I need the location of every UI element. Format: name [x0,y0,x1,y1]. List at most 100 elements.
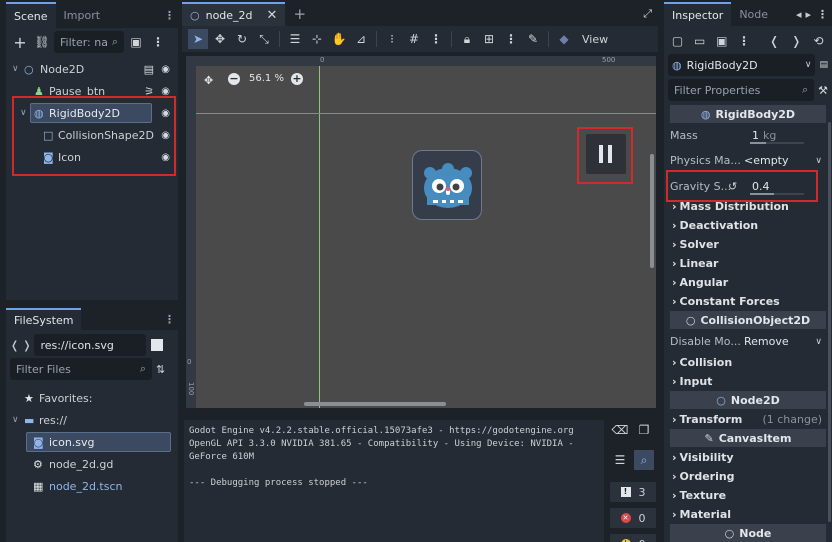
signal-icon[interactable]: ⚞ [144,85,154,98]
tools-icon[interactable]: ⚒ [818,84,828,97]
clear-output-icon[interactable]: ⌫ [610,420,630,440]
move-tool-icon[interactable]: ✥ [210,29,230,49]
history-back-icon[interactable]: ◂ [794,2,804,26]
add-node-icon[interactable]: + [10,32,30,52]
add-tab-icon[interactable]: + [285,2,314,26]
visibility-eye-icon[interactable]: ◉ [161,108,170,119]
object-selector[interactable]: ◍ RigidBody2D ∨ ▤ [668,54,828,76]
tree-item-pause-btn[interactable]: ♟ Pause_btn ⚞ ◉ [6,80,178,102]
scale-tool-icon[interactable]: ⤡ [254,29,274,49]
forward-icon[interactable]: ❭ [22,339,31,352]
skeleton-options-icon[interactable]: ⋮ [501,29,521,49]
group-texture[interactable]: › Texture [672,486,826,505]
group-input[interactable]: › Input [672,372,826,391]
icon-sprite[interactable] [412,150,482,220]
stop-count-button[interactable]: ✕ 0 [610,508,656,528]
inspector-menu-icon[interactable]: ⋮ [813,2,832,26]
pivot-tool-icon[interactable]: ⊹ [307,29,327,49]
script-icon[interactable]: ▤ [144,63,154,76]
new-resource-icon[interactable]: ▢ [668,31,687,51]
tree-item-icon[interactable]: ◙ Icon ◉ [6,146,178,168]
back-icon[interactable]: ❬ [10,339,19,352]
close-icon[interactable]: ✕ [267,8,278,23]
scene-options-icon[interactable]: ⋮ [148,32,168,52]
lock-icon[interactable]: 🔒︎ [457,29,477,49]
group-linear[interactable]: › Linear [672,254,826,273]
group-solver[interactable]: › Solver [672,235,826,254]
object-dropdown[interactable]: ◍ RigidBody2D ∨ [668,54,816,76]
group-visibility[interactable]: › Visibility [672,448,826,467]
tab-filesystem[interactable]: FileSystem [6,308,82,330]
select-tool-icon[interactable]: ➤ [188,29,208,49]
save-icon[interactable]: ▣ [712,31,731,51]
docs-icon[interactable]: ▤ [819,60,828,70]
smart-snap-icon[interactable]: ⁝ [382,29,402,49]
warning-count-button[interactable]: ! 0 [610,534,656,542]
chevron-down-icon[interactable]: ∨ [12,64,19,74]
section-node2d[interactable]: ○ Node2D [670,391,826,409]
path-input[interactable]: res://icon.svg [34,334,147,356]
history-forward-icon[interactable]: ▸ [803,2,813,26]
back-icon[interactable]: ❬ [765,31,784,51]
group-material[interactable]: › Material [672,505,826,524]
scene-filter-input[interactable]: Filter: na ⌕ [54,31,124,53]
mass-field[interactable]: 1 kg [744,127,804,144]
forward-icon[interactable]: ❭ [787,31,806,51]
group-mass-distribution[interactable]: › Mass Distribution [672,197,826,216]
mass-slider[interactable] [750,142,804,144]
group-angular[interactable]: › Angular [672,273,826,292]
grid-snap-icon[interactable]: # [404,29,424,49]
tab-import[interactable]: Import [56,2,109,28]
bone-icon[interactable]: ✎ [523,29,543,49]
visibility-eye-icon[interactable]: ◉ [161,130,170,141]
group-collision[interactable]: › Collision [672,353,826,372]
fs-item-node2d-tscn[interactable]: ▦ node_2d.tscn [6,475,178,497]
visibility-eye-icon[interactable]: ◉ [161,152,170,163]
copy-output-icon[interactable]: ❐ [634,420,654,440]
tab-scene[interactable]: Scene [6,2,56,28]
revert-icon[interactable]: ↺ [728,180,737,193]
file-filter-input[interactable]: Filter Files ⌕ [10,358,152,380]
error-count-button[interactable]: ! 3 [610,482,656,502]
tab-inspector[interactable]: Inspector [664,2,732,26]
search-icon[interactable]: ⌕ [634,450,654,470]
sort-icon[interactable]: ⇅ [156,363,165,376]
group-ordering[interactable]: › Ordering [672,467,826,486]
snap-options-icon[interactable]: ⋮ [426,29,446,49]
ruler-tool-icon[interactable]: ⊿ [351,29,371,49]
distraction-free-icon[interactable]: ⤢ [637,2,658,26]
tree-item-collisionshape2d[interactable]: □ CollisionShape2D ◉ [6,124,178,146]
resource-options-icon[interactable]: ⋮ [734,31,753,51]
group-deactivation[interactable]: › Deactivation [672,216,826,235]
history-icon[interactable]: ⟲ [809,31,828,51]
section-node[interactable]: ○ Node [670,524,826,542]
visibility-eye-icon[interactable]: ◉ [161,86,170,97]
gravity-slider[interactable] [750,193,804,195]
gravity-scale-field[interactable]: 0.4 [744,178,804,195]
tree-item-node2d[interactable]: ∨ ○ Node2D ▤ ◉ [6,58,178,80]
open-folder-icon[interactable]: ▭ [690,31,709,51]
fs-item-node2d-gd[interactable]: ⚙ node_2d.gd [6,453,178,475]
chevron-down-icon[interactable]: ∨ [12,415,19,425]
filesystem-menu-icon[interactable]: ⋮ [160,308,178,330]
property-filter-input[interactable]: Filter Properties ⌕ [668,79,815,101]
layers-icon[interactable]: ◆ [554,29,574,49]
tab-node-2d[interactable]: ○ node_2d ✕ [182,2,286,26]
zoom-in-icon[interactable]: + [291,73,303,85]
fs-item-icon-svg[interactable]: ◙ icon.svg [6,431,178,453]
filter-lines-icon[interactable]: ☰ [610,450,630,470]
visibility-eye-icon[interactable]: ◉ [161,64,170,75]
chevron-down-icon[interactable]: ∨ [20,108,27,118]
horizontal-scrollbar[interactable] [304,402,446,406]
inspector-scrollbar[interactable] [828,122,831,522]
pause-button[interactable] [586,134,626,174]
disable-mode-dropdown[interactable]: Remove ∨ [744,333,826,350]
physics-material-dropdown[interactable]: <empty ∨ [744,152,826,169]
viewport-2d[interactable]: 0 500 0 100 ✥ − 56.1 % + [186,56,656,408]
pan-tool-icon[interactable]: ✋ [329,29,349,49]
group-transform[interactable]: › Transform (1 change) [672,410,826,429]
split-view-icon[interactable] [151,339,164,351]
view-menu-button[interactable]: View [582,33,608,46]
section-collisionobject2d[interactable]: ○ CollisionObject2D [670,311,826,329]
fs-item-favorites[interactable]: ★ Favorites: [6,387,178,409]
